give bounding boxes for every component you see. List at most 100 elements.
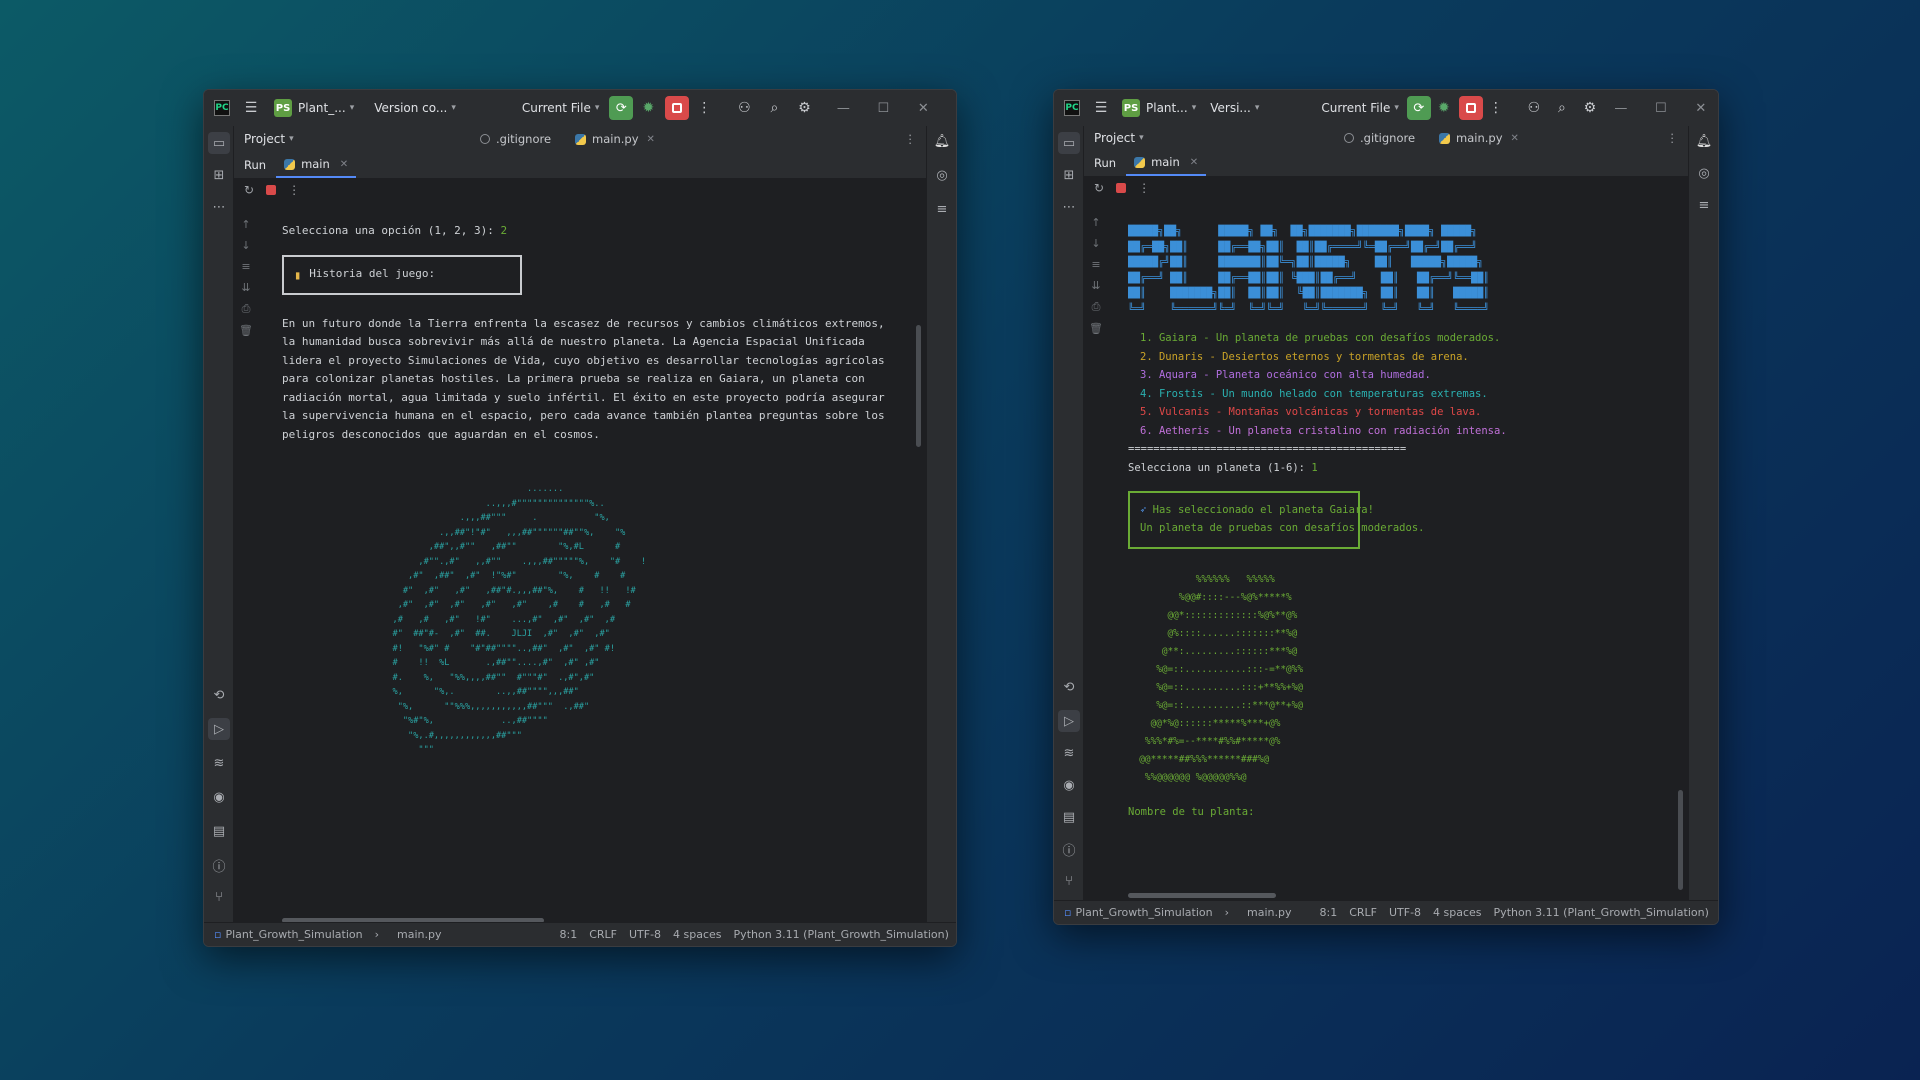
project-name[interactable]: Plant...: [1146, 101, 1188, 115]
git-icon[interactable]: ⑂: [1060, 872, 1078, 890]
layers-icon[interactable]: ≋: [210, 754, 228, 772]
minimize-button[interactable]: —: [823, 101, 863, 116]
stop-button[interactable]: [665, 96, 690, 120]
run-tab-main[interactable]: main ✕: [276, 152, 357, 178]
status-encoding[interactable]: UTF-8: [629, 928, 661, 941]
more-tools-icon[interactable]: ⋯: [210, 198, 228, 216]
close-tab-icon[interactable]: ✕: [1190, 157, 1198, 168]
run-tool-icon[interactable]: ▷: [1058, 710, 1080, 732]
search-icon[interactable]: ⌕: [1553, 99, 1571, 117]
scroll-up-icon[interactable]: ↑: [241, 218, 250, 231]
clear-console-icon[interactable]: 🗑︎: [239, 324, 253, 337]
add-user-icon[interactable]: ⚇: [735, 99, 753, 117]
add-user-icon[interactable]: ⚇: [1525, 99, 1543, 117]
status-project[interactable]: Plant_Growth_Simulation: [225, 928, 362, 941]
more-icon[interactable]: ⋮: [1667, 131, 1689, 145]
python-packages-icon[interactable]: ⟲: [1060, 678, 1078, 696]
status-interpreter[interactable]: Python 3.11 (Plant_Growth_Simulation): [734, 928, 949, 941]
close-tab-icon[interactable]: ✕: [647, 134, 655, 145]
ai-assistant-icon[interactable]: ◎: [1695, 164, 1713, 182]
problems-icon[interactable]: ⓘ: [1060, 840, 1078, 859]
scroll-to-end-icon[interactable]: ⇊: [1091, 279, 1100, 292]
more-icon[interactable]: ⋮: [905, 132, 927, 146]
clear-console-icon[interactable]: 🗑︎: [1089, 322, 1103, 335]
folder-icon[interactable]: ▭: [208, 132, 230, 154]
console-vertical-scrollbar[interactable]: [916, 325, 921, 447]
close-tab-icon[interactable]: ✕: [1511, 133, 1519, 144]
rerun-icon[interactable]: ↻: [1094, 181, 1104, 195]
print-icon[interactable]: ⎙: [242, 302, 251, 316]
tab-main-py[interactable]: main.py ✕: [1427, 126, 1531, 150]
maximize-button[interactable]: ☐: [863, 101, 903, 116]
status-encoding[interactable]: UTF-8: [1389, 906, 1421, 919]
debug-icon[interactable]: ✹: [639, 99, 657, 117]
maximize-button[interactable]: ☐: [1641, 101, 1681, 116]
close-window-button[interactable]: ✕: [903, 101, 943, 116]
debug-icon[interactable]: ✹: [1435, 99, 1453, 117]
run-config-selector[interactable]: Current File: [522, 101, 591, 115]
rerun-button[interactable]: ⟳: [609, 96, 634, 120]
more-icon[interactable]: ⋮: [1138, 181, 1150, 195]
terminal-icon[interactable]: ▤: [210, 822, 228, 840]
database-icon[interactable]: ≡: [1695, 196, 1713, 214]
services-icon[interactable]: ◉: [210, 788, 228, 806]
console-horizontal-scrollbar[interactable]: [1128, 893, 1276, 898]
notifications-icon[interactable]: 🔔︎: [1695, 132, 1713, 150]
scroll-to-end-icon[interactable]: ⇊: [241, 281, 250, 294]
settings-icon[interactable]: ⚙: [1581, 99, 1599, 117]
rerun-button[interactable]: ⟳: [1406, 96, 1431, 120]
status-interpreter[interactable]: Python 3.11 (Plant_Growth_Simulation): [1494, 906, 1709, 919]
status-indent[interactable]: 4 spaces: [673, 928, 722, 941]
soft-wrap-icon[interactable]: ≡: [1091, 258, 1100, 271]
close-window-button[interactable]: ✕: [1681, 101, 1718, 116]
more-icon[interactable]: ⋮: [695, 99, 713, 117]
version-control-widget[interactable]: Versi...: [1210, 101, 1251, 115]
database-icon[interactable]: ≡: [933, 200, 951, 218]
console-vertical-scrollbar[interactable]: [1678, 790, 1683, 890]
project-panel-header[interactable]: Project ▾: [1084, 126, 1332, 150]
status-line-separator[interactable]: CRLF: [589, 928, 617, 941]
stop-icon[interactable]: [1116, 183, 1127, 193]
status-position[interactable]: 8:1: [559, 928, 577, 941]
layers-icon[interactable]: ≋: [1060, 744, 1078, 762]
search-icon[interactable]: ⌕: [765, 99, 783, 117]
version-control-widget[interactable]: Version co...: [374, 101, 447, 115]
print-icon[interactable]: ⎙: [1092, 300, 1101, 314]
menu-icon[interactable]: ☰: [242, 99, 260, 117]
run-tool-icon[interactable]: ▷: [208, 718, 230, 740]
folder-icon[interactable]: ▭: [1058, 132, 1080, 154]
stop-button[interactable]: [1458, 96, 1483, 120]
project-name[interactable]: Plant_...: [298, 101, 346, 115]
soft-wrap-icon[interactable]: ≡: [241, 260, 250, 273]
status-line-separator[interactable]: CRLF: [1349, 906, 1377, 919]
more-tools-icon[interactable]: ⋯: [1060, 198, 1078, 216]
settings-icon[interactable]: ⚙: [795, 99, 813, 117]
ai-assistant-icon[interactable]: ◎: [933, 166, 951, 184]
menu-icon[interactable]: ☰: [1092, 99, 1110, 117]
more-icon[interactable]: ⋮: [1487, 99, 1505, 117]
scroll-down-icon[interactable]: ↓: [1091, 237, 1100, 250]
run-tab-main[interactable]: main ✕: [1126, 150, 1207, 176]
more-icon[interactable]: ⋮: [288, 183, 300, 197]
git-icon[interactable]: ⑂: [210, 888, 228, 906]
terminal-icon[interactable]: ▤: [1060, 808, 1078, 826]
tab-gitignore[interactable]: .gitignore: [468, 126, 563, 152]
notifications-icon[interactable]: 🔔︎: [933, 132, 951, 150]
structure-icon[interactable]: ⊞: [1060, 166, 1078, 184]
status-position[interactable]: 8:1: [1319, 906, 1337, 919]
run-config-selector[interactable]: Current File: [1321, 101, 1390, 115]
problems-icon[interactable]: ⓘ: [210, 856, 228, 875]
tab-gitignore[interactable]: .gitignore: [1332, 126, 1427, 150]
stop-icon[interactable]: [266, 185, 277, 195]
minimize-button[interactable]: —: [1601, 101, 1641, 116]
tab-main-py[interactable]: main.py ✕: [563, 126, 667, 152]
scroll-up-icon[interactable]: ↑: [1091, 216, 1100, 229]
status-project[interactable]: Plant_Growth_Simulation: [1075, 906, 1212, 919]
close-tab-icon[interactable]: ✕: [340, 159, 348, 170]
status-file[interactable]: main.py: [1247, 906, 1291, 919]
services-icon[interactable]: ◉: [1060, 776, 1078, 794]
status-indent[interactable]: 4 spaces: [1433, 906, 1482, 919]
project-panel-header[interactable]: Project ▾: [234, 126, 464, 152]
python-packages-icon[interactable]: ⟲: [210, 686, 228, 704]
structure-icon[interactable]: ⊞: [210, 166, 228, 184]
